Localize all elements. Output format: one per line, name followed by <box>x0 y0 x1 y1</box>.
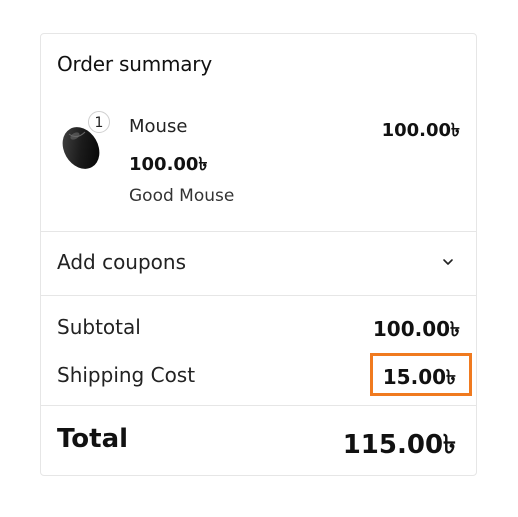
add-coupons-label: Add coupons <box>57 250 187 274</box>
item-line-total: 100.00৳ <box>381 120 460 141</box>
chevron-down-icon <box>443 259 453 265</box>
total-value: 115.00৳ <box>342 430 456 460</box>
divider <box>41 405 476 406</box>
item-unit-price: 100.00৳ <box>129 154 208 175</box>
divider <box>41 295 476 296</box>
add-coupons-toggle[interactable]: Add coupons <box>41 232 476 294</box>
cart-item: 1 Mouse 100.00৳ Good Mouse 100.00৳ <box>41 111 476 234</box>
subtotal-label: Subtotal <box>57 315 141 339</box>
item-name: Mouse <box>129 116 188 137</box>
order-summary-card: Order summary 1 Mouse 100.00৳ Good Mouse… <box>40 33 477 476</box>
order-summary-title: Order summary <box>57 52 212 76</box>
quantity-badge: 1 <box>88 111 110 133</box>
shipping-cost-highlight <box>370 353 472 396</box>
shipping-cost-label: Shipping Cost <box>57 363 196 387</box>
total-label: Total <box>57 424 129 454</box>
item-description: Good Mouse <box>129 186 235 206</box>
subtotal-value: 100.00৳ <box>372 317 460 341</box>
